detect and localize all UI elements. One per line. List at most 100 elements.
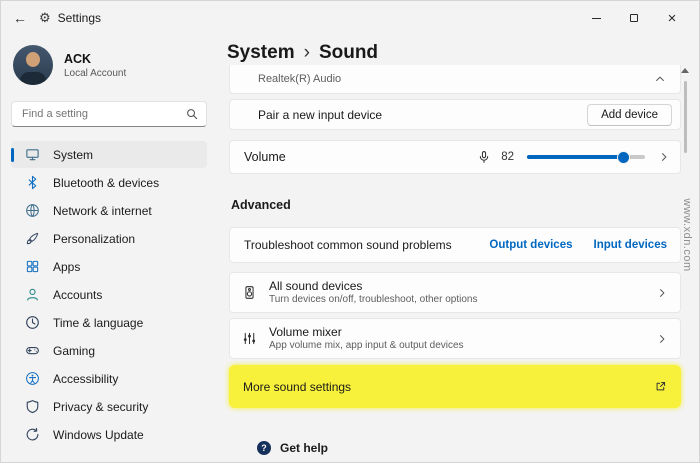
input-device-row[interactable]: Realtek(R) Audio <box>229 65 681 94</box>
sidebar-item-gaming[interactable]: Gaming <box>11 337 207 364</box>
avatar <box>13 45 53 85</box>
settings-window: ← ⚙ Settings × ACK Local Account Find a … <box>0 0 700 463</box>
sidebar-item-network-internet[interactable]: Network & internet <box>11 197 207 224</box>
input-devices-link[interactable]: Input devices <box>594 239 668 251</box>
search-box <box>11 101 207 127</box>
sidebar-item-label: Network & internet <box>53 203 152 218</box>
chevron-right-icon <box>656 333 668 345</box>
sidebar-item-personalization[interactable]: Personalization <box>11 225 207 252</box>
breadcrumb: System › Sound <box>227 42 378 64</box>
scrollbar-thumb[interactable] <box>684 81 687 153</box>
slider-fill <box>527 151 629 163</box>
sidebar-item-label: Accounts <box>53 287 103 302</box>
selection-indicator <box>11 147 14 162</box>
scrollbar-up-arrow[interactable] <box>681 68 689 73</box>
sidebar-item-accessibility[interactable]: Accessibility <box>11 365 207 392</box>
search-input[interactable] <box>12 102 206 126</box>
slider-thumb[interactable] <box>617 151 629 163</box>
pair-input-device-row: Pair a new input device Add device <box>229 99 681 130</box>
row-text: All sound devices Turn devices on/off, t… <box>269 279 645 307</box>
sidebar-item-label: Time & language <box>53 315 144 330</box>
output-devices-link[interactable]: Output devices <box>489 239 572 251</box>
sidebar-item-label: Privacy & security <box>53 399 149 414</box>
user-account[interactable]: ACK Local Account <box>13 45 207 85</box>
microphone-icon <box>477 150 491 164</box>
watermark: www.xdn.com <box>681 198 693 272</box>
sidebar-item-time-language[interactable]: Time & language <box>11 309 207 336</box>
paintbrush-icon <box>24 231 40 247</box>
bluetooth-icon <box>24 175 40 191</box>
sidebar: ACK Local Account System Bluetooth & dev… <box>1 35 217 462</box>
chevron-right-icon <box>658 151 670 163</box>
external-link-icon <box>654 380 667 393</box>
sidebar-item-windows-update[interactable]: Windows Update <box>11 421 207 448</box>
volume-mixer-row[interactable]: Volume mixer App volume mix, app input &… <box>229 318 681 359</box>
sidebar-nav: System Bluetooth & devices Network & int… <box>11 141 207 448</box>
volume-slider[interactable] <box>527 150 645 164</box>
user-role: Local Account <box>64 67 127 79</box>
troubleshoot-row: Troubleshoot common sound problems Outpu… <box>229 227 681 263</box>
sidebar-item-label: Gaming <box>53 343 96 358</box>
all-sound-devices-row[interactable]: All sound devices Turn devices on/off, t… <box>229 272 681 313</box>
clock-icon <box>24 315 40 331</box>
more-sound-settings-row[interactable]: More sound settings <box>229 365 681 408</box>
volume-mixer-subtitle: App volume mix, app input & output devic… <box>269 339 464 351</box>
sound-device-icon <box>240 285 258 300</box>
maximize-icon <box>630 14 638 22</box>
sidebar-item-label: System <box>53 147 94 162</box>
update-refresh-icon <box>24 427 40 443</box>
minimize-button[interactable] <box>577 1 615 35</box>
volume-label: Volume <box>244 150 286 164</box>
add-device-button[interactable]: Add device <box>587 103 672 126</box>
volume-value: 82 <box>501 151 514 163</box>
volume-row[interactable]: Volume 82 <box>229 140 681 174</box>
troubleshoot-links: Output devices Input devices <box>489 239 667 251</box>
app-title-label: Settings <box>57 11 102 25</box>
search-icon <box>186 108 198 120</box>
get-help-link[interactable]: ? Get help <box>257 441 328 455</box>
close-button[interactable]: × <box>653 1 691 35</box>
sidebar-item-label: Accessibility <box>53 371 119 386</box>
advanced-section-heading: Advanced <box>231 198 291 212</box>
titlebar: ← ⚙ Settings × <box>1 1 699 35</box>
sidebar-item-bluetooth-devices[interactable]: Bluetooth & devices <box>11 169 207 196</box>
sidebar-item-label: Apps <box>53 259 81 274</box>
get-help-label: Get help <box>280 441 329 455</box>
sidebar-item-system[interactable]: System <box>11 141 207 168</box>
help-icon: ? <box>257 441 271 455</box>
apps-grid-icon <box>24 259 40 275</box>
sidebar-item-label: Personalization <box>53 231 136 246</box>
pair-input-device-label: Pair a new input device <box>258 107 383 122</box>
minimize-icon <box>591 17 601 19</box>
monitor-icon <box>24 147 40 163</box>
globe-icon <box>24 203 40 219</box>
input-device-name: Realtek(R) Audio <box>258 73 342 85</box>
back-arrow-icon: ← <box>13 10 27 26</box>
page-title: Sound <box>318 42 379 63</box>
back-button[interactable]: ← <box>1 10 39 26</box>
gamepad-icon <box>24 343 40 359</box>
accessibility-icon <box>24 371 40 387</box>
sidebar-item-privacy-security[interactable]: Privacy & security <box>11 393 207 420</box>
person-icon <box>24 287 40 303</box>
sidebar-item-accounts[interactable]: Accounts <box>11 281 207 308</box>
sidebar-item-label: Windows Update <box>53 427 144 442</box>
breadcrumb-separator-icon: › <box>303 42 310 63</box>
main-content: System › Sound Realtek(R) Audio Pair a n… <box>217 35 699 462</box>
settings-gear-icon: ⚙ <box>39 10 51 25</box>
chevron-up-icon <box>654 73 666 85</box>
all-sound-devices-subtitle: Turn devices on/off, troubleshoot, other… <box>269 293 478 305</box>
all-sound-devices-title: All sound devices <box>269 278 363 293</box>
user-name: ACK <box>64 52 92 67</box>
sidebar-item-label: Bluetooth & devices <box>53 175 160 190</box>
avatar-head <box>26 52 40 67</box>
app-title: ⚙ Settings <box>39 10 101 26</box>
maximize-button[interactable] <box>615 1 653 35</box>
chevron-right-icon <box>656 287 668 299</box>
breadcrumb-parent[interactable]: System <box>227 42 295 64</box>
close-icon: × <box>667 9 677 27</box>
more-sound-settings-label: More sound settings <box>243 379 352 394</box>
sidebar-item-apps[interactable]: Apps <box>11 253 207 280</box>
row-text: Volume mixer App volume mix, app input &… <box>269 325 645 353</box>
troubleshoot-label: Troubleshoot common sound problems <box>244 238 452 252</box>
